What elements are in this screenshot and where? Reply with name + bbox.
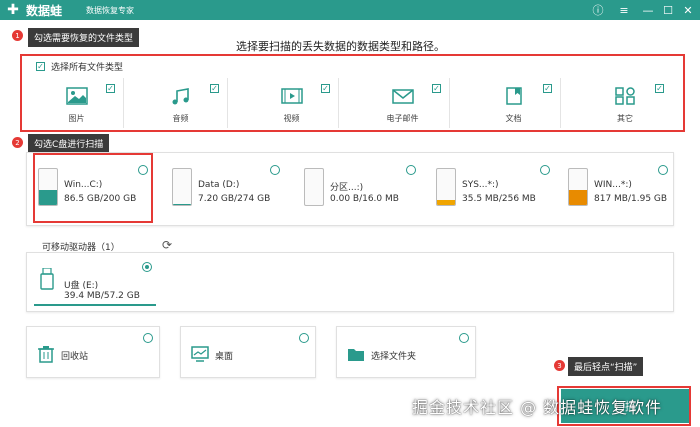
select-all-types[interactable]: ✓ 选择所有文件类型: [36, 60, 123, 73]
file-type-checkbox[interactable]: ✓: [106, 84, 115, 93]
app-subtitle: 数据恢复专家: [86, 6, 134, 15]
file-type-audio[interactable]: ✓ 音频: [134, 78, 228, 128]
location-label: 选择文件夹: [371, 352, 417, 362]
drive-size: 7.20 GB/274 GB: [198, 194, 271, 204]
usb-drive-size: 39.4 MB/57.2 GB: [64, 291, 140, 301]
file-type-label: 视频: [283, 114, 300, 123]
step-1-tip: 勾选需要恢复的文件类型: [28, 28, 140, 47]
step-2-tip: 勾选C盘进行扫描: [28, 134, 110, 153]
email-icon: [391, 89, 414, 104]
step-3-badge: 3: [554, 360, 565, 371]
file-type-email[interactable]: ✓ 电子邮件: [356, 78, 450, 128]
hard-drive-icon: [172, 168, 192, 206]
file-type-checkbox[interactable]: ✓: [432, 84, 441, 93]
drive-name: SYS...*:): [462, 180, 499, 190]
drive-name: 分区...:): [330, 183, 364, 193]
minimize-icon[interactable]: —: [640, 2, 656, 18]
file-type-video[interactable]: ✓ 视频: [245, 78, 339, 128]
recycle-bin-icon: [38, 346, 54, 363]
location-recycle-bin[interactable]: 回收站: [26, 326, 160, 378]
maximize-icon[interactable]: ☐: [660, 2, 676, 18]
hard-drive-icon: [38, 168, 58, 206]
location-desktop[interactable]: 桌面: [180, 326, 316, 378]
file-type-label: 文档: [505, 114, 522, 123]
file-type-checkbox[interactable]: ✓: [543, 84, 552, 93]
drive-name: WIN...*:): [594, 180, 632, 190]
drive-radio[interactable]: [270, 165, 280, 175]
drive-usage-fill: [173, 203, 191, 205]
page-headline: 选择要扫描的丢失数据的数据类型和路径。: [236, 40, 445, 53]
location-label: 桌面: [215, 352, 234, 362]
file-type-label: 电子邮件: [386, 114, 419, 123]
file-type-label: 音频: [172, 114, 189, 123]
drive-item-win[interactable]: WIN...*:) 817 MB/1.95 GB: [560, 162, 672, 216]
drive-usage-fill: [39, 189, 57, 205]
drive-radio[interactable]: [658, 165, 668, 175]
drive-item-sys[interactable]: SYS...*:) 35.5 MB/256 MB: [428, 162, 550, 216]
drive-name: Win...C:): [64, 180, 103, 190]
hard-drive-icon: [568, 168, 588, 206]
other-icon: [615, 87, 635, 105]
drive-usage-fill: [569, 189, 587, 205]
usb-drive-radio[interactable]: [142, 262, 152, 272]
refresh-icon[interactable]: ⟳: [162, 238, 176, 252]
select-all-label: 选择所有文件类型: [51, 63, 124, 73]
menu-icon[interactable]: ≡: [616, 2, 632, 18]
usb-drive-item[interactable]: U盘 (E:) 39.4 MB/57.2 GB: [34, 260, 156, 306]
usb-drive-icon: [40, 268, 54, 290]
step-2-badge: 2: [12, 137, 23, 148]
drive-size: 0.00 B/16.0 MB: [330, 194, 399, 204]
file-type-other[interactable]: ✓ 其它: [578, 78, 672, 128]
step-1-badge: 1: [12, 30, 23, 41]
drive-size: 817 MB/1.95 GB: [594, 194, 668, 204]
close-icon[interactable]: ✕: [680, 2, 696, 18]
app-logo-icon: ✚: [7, 2, 19, 18]
desktop-icon: [191, 346, 209, 362]
document-icon: [505, 87, 522, 105]
file-type-image[interactable]: ✓ 图片: [30, 78, 124, 128]
location-radio[interactable]: [299, 333, 309, 343]
drive-name: Data (D:): [198, 180, 240, 190]
file-type-label: 其它: [617, 114, 633, 123]
drive-usage-fill: [437, 199, 455, 205]
drive-radio[interactable]: [406, 165, 416, 175]
watermark-text: 掘金技术社区 @ 数据蛙恢复软件: [412, 398, 663, 417]
drive-radio[interactable]: [138, 165, 148, 175]
hard-drive-icon: [304, 168, 324, 206]
image-icon: [65, 87, 88, 105]
drive-radio[interactable]: [540, 165, 550, 175]
drive-item-partition[interactable]: 分区...:) 0.00 B/16.0 MB: [296, 162, 416, 216]
file-type-checkbox[interactable]: ✓: [321, 84, 330, 93]
usb-drive-name: U盘 (E:): [64, 281, 99, 291]
video-icon: [280, 88, 303, 104]
location-radio[interactable]: [459, 333, 469, 343]
app-brand: 数据蛙: [26, 4, 63, 18]
location-label: 回收站: [61, 352, 89, 362]
hard-drive-icon: [436, 168, 456, 206]
file-type-document[interactable]: ✓ 文档: [467, 78, 561, 128]
file-type-checkbox[interactable]: ✓: [655, 84, 664, 93]
select-all-checkbox[interactable]: ✓: [36, 62, 45, 71]
title-bar: ✚ 数据蛙 数据恢复专家 ⓘ ≡ — ☐ ✕: [0, 0, 700, 20]
drive-size: 35.5 MB/256 MB: [462, 194, 536, 204]
file-type-checkbox[interactable]: ✓: [210, 84, 219, 93]
file-type-label: 图片: [68, 114, 85, 123]
folder-icon: [348, 349, 364, 361]
drive-item-c[interactable]: Win...C:) 86.5 GB/200 GB: [30, 162, 150, 216]
location-radio[interactable]: [143, 333, 153, 343]
step-3-tip: 最后轻点“扫描”: [568, 357, 644, 376]
location-select-folder[interactable]: 选择文件夹: [336, 326, 476, 378]
drive-item-d[interactable]: Data (D:) 7.20 GB/274 GB: [164, 162, 284, 216]
audio-icon: [172, 88, 189, 105]
help-icon[interactable]: ⓘ: [590, 2, 606, 18]
drive-size: 86.5 GB/200 GB: [64, 194, 137, 204]
